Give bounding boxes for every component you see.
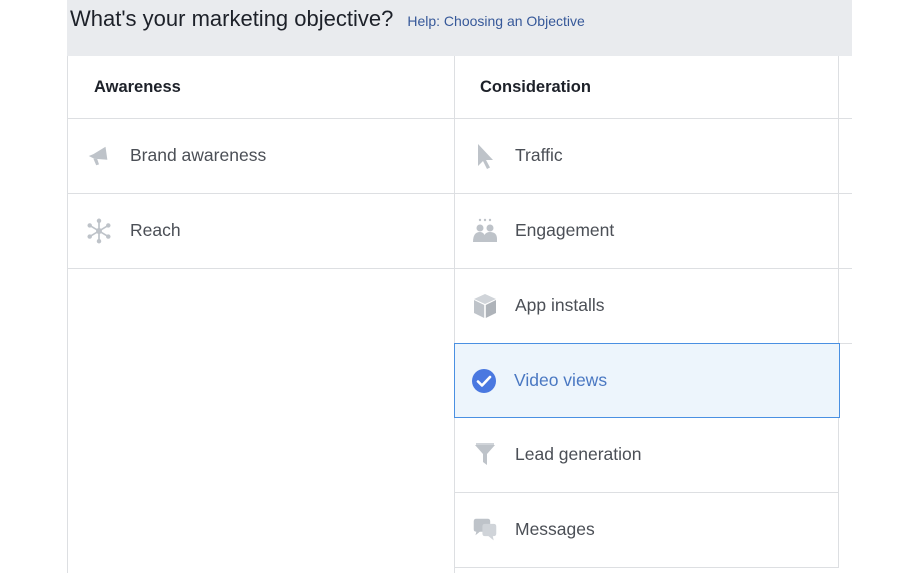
objective-traffic[interactable]: Traffic (455, 118, 838, 193)
objective-label: Reach (130, 220, 181, 240)
reach-icon (86, 218, 112, 244)
objective-label: App installs (515, 295, 605, 315)
cursor-icon (472, 143, 498, 169)
column-heading-awareness: Awareness (94, 77, 181, 96)
help-link[interactable]: Help: Choosing an Objective (407, 4, 584, 38)
megaphone-icon (86, 143, 112, 169)
box-icon (472, 293, 498, 319)
objective-reach[interactable]: Reach (68, 193, 454, 268)
objective-header: What's your marketing objective? Help: C… (67, 0, 852, 56)
objective-engagement[interactable]: Engagement (455, 193, 838, 268)
row-divider (454, 567, 839, 568)
people-icon (472, 218, 498, 244)
objective-label: Lead generation (515, 444, 642, 464)
chat-bubbles-icon (472, 517, 498, 543)
objective-label: Messages (515, 519, 595, 539)
page-title: What's your marketing objective? (70, 6, 394, 31)
checkmark-icon (471, 368, 497, 394)
funnel-icon (472, 442, 498, 468)
objective-messages[interactable]: Messages (455, 492, 838, 567)
objective-brand-awareness[interactable]: Brand awareness (68, 118, 454, 193)
objective-lead-generation[interactable]: Lead generation (455, 417, 838, 492)
objective-app-installs[interactable]: App installs (455, 268, 838, 343)
objective-video-views[interactable]: Video views (454, 343, 840, 418)
objective-label: Traffic (515, 145, 563, 165)
objective-label: Video views (514, 370, 608, 390)
objective-label: Engagement (515, 220, 615, 240)
column-heading-consideration: Consideration (480, 77, 591, 96)
objective-label: Brand awareness (130, 145, 267, 165)
